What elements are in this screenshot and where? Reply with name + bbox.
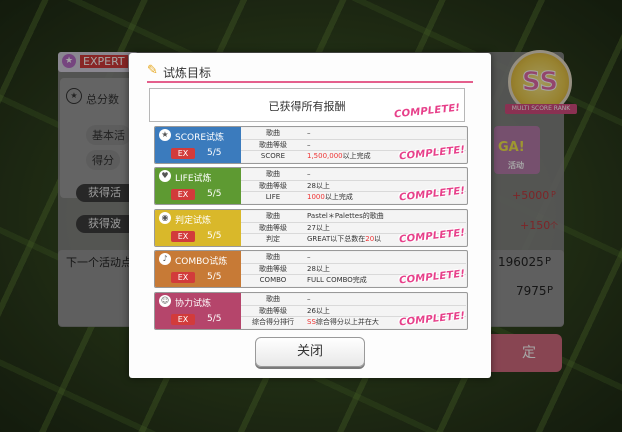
condition-value-highlight: 20	[365, 235, 375, 243]
condition-value-prefix: GREAT以下总数在	[307, 235, 366, 243]
goal-category: ◉ 判定试炼 EX 5/5	[155, 210, 241, 246]
condition-value: GREAT以下总数在20以	[307, 234, 381, 245]
goal-name: COMBO试炼	[175, 257, 228, 267]
target-icon: ◉	[159, 212, 171, 224]
condition-value: –	[307, 294, 311, 305]
note-icon: ♪	[159, 253, 171, 265]
goal-name: LIFE试炼	[175, 174, 212, 184]
condition-value-text: 26以上	[307, 307, 330, 315]
condition-key: 歌曲	[266, 170, 280, 178]
condition-value-text: 28以上	[307, 182, 330, 190]
dialog-title: 试炼目标	[163, 66, 212, 80]
condition-key: SCORE	[260, 152, 286, 160]
condition-value-text: 27以上	[307, 224, 330, 232]
condition-value: 1,500,000以上完成	[307, 151, 371, 162]
condition-value-highlight: SS	[307, 318, 316, 326]
people-icon: ☺	[159, 295, 171, 307]
goal-progress: 5/5	[207, 272, 222, 282]
goal-progress: 5/5	[207, 231, 222, 241]
heart-icon: ♥	[159, 170, 171, 182]
condition-value-text: –	[307, 253, 311, 261]
goal-category: ♥ LIFE试炼 EX 5/5	[155, 168, 241, 204]
ex-badge: EX	[171, 314, 195, 325]
goal-category: ♪ COMBO试炼 EX 5/5	[155, 251, 241, 287]
dialog-title-bar: ✎ 试炼目标	[147, 63, 473, 83]
trial-goals-dialog: ✎ 试炼目标 已获得所有报酬 COMPLETE! ★ SCORE试炼 EX 5/5 歌曲…	[129, 53, 491, 378]
star-icon: ★	[159, 129, 171, 141]
condition-row: 歌曲 Pastel＊Palettes的歌曲	[241, 211, 466, 222]
condition-value: FULL COMBO完成	[307, 275, 367, 286]
close-button[interactable]: 关闭	[255, 337, 365, 367]
condition-value: SS综合得分以上并在大	[307, 317, 379, 328]
condition-value-text: –	[307, 129, 311, 137]
condition-value-text: –	[307, 141, 311, 149]
condition-value-text: 以	[374, 235, 382, 243]
condition-value-text: 以上完成	[324, 193, 353, 201]
goal-progress: 5/5	[207, 314, 222, 324]
ex-badge: EX	[171, 189, 195, 200]
condition-key: 歌曲	[266, 129, 280, 137]
condition-row: 歌曲 –	[241, 294, 466, 305]
condition-key: COMBO	[259, 276, 287, 284]
goal-category: ☺ 协力试炼 EX 5/5	[155, 293, 241, 329]
goal-progress: 5/5	[207, 189, 222, 199]
condition-value: –	[307, 169, 311, 180]
goal-name: 协力试炼	[175, 299, 212, 309]
condition-row: 歌曲 –	[241, 169, 466, 180]
condition-value: Pastel＊Palettes的歌曲	[307, 211, 384, 222]
goal-category: ★ SCORE试炼 EX 5/5	[155, 127, 241, 163]
ex-badge: EX	[171, 148, 195, 159]
condition-value-highlight: 1000	[307, 193, 325, 201]
condition-row: 歌曲 –	[241, 128, 466, 139]
condition-key: LIFE	[265, 193, 281, 201]
condition-value-text: –	[307, 295, 311, 303]
condition-key: 歌曲	[266, 295, 280, 303]
condition-value-text: 以上完成	[342, 152, 371, 160]
condition-value-text: 28以上	[307, 265, 330, 273]
condition-value-text: Pastel＊Palettes的歌曲	[307, 212, 384, 220]
pen-icon: ✎	[147, 63, 158, 78]
condition-key: 判定	[266, 235, 280, 243]
condition-row: 歌曲 –	[241, 252, 466, 263]
goal-name: SCORE试炼	[175, 133, 225, 143]
goal-progress: 5/5	[207, 148, 222, 158]
condition-value: 1000以上完成	[307, 192, 353, 203]
condition-value: –	[307, 252, 311, 263]
ex-badge: EX	[171, 231, 195, 242]
condition-value-text: FULL COMBO完成	[307, 276, 367, 284]
condition-key: 综合得分排行	[252, 318, 294, 326]
goal-name: 判定试炼	[175, 216, 212, 226]
condition-value-text: 综合得分以上并在大	[315, 318, 379, 326]
condition-value-highlight: 1,500,000	[307, 152, 343, 160]
ex-badge: EX	[171, 272, 195, 283]
condition-key: 歌曲	[266, 212, 280, 220]
condition-key: 歌曲	[266, 253, 280, 261]
condition-value: –	[307, 128, 311, 139]
condition-value-text: –	[307, 170, 311, 178]
